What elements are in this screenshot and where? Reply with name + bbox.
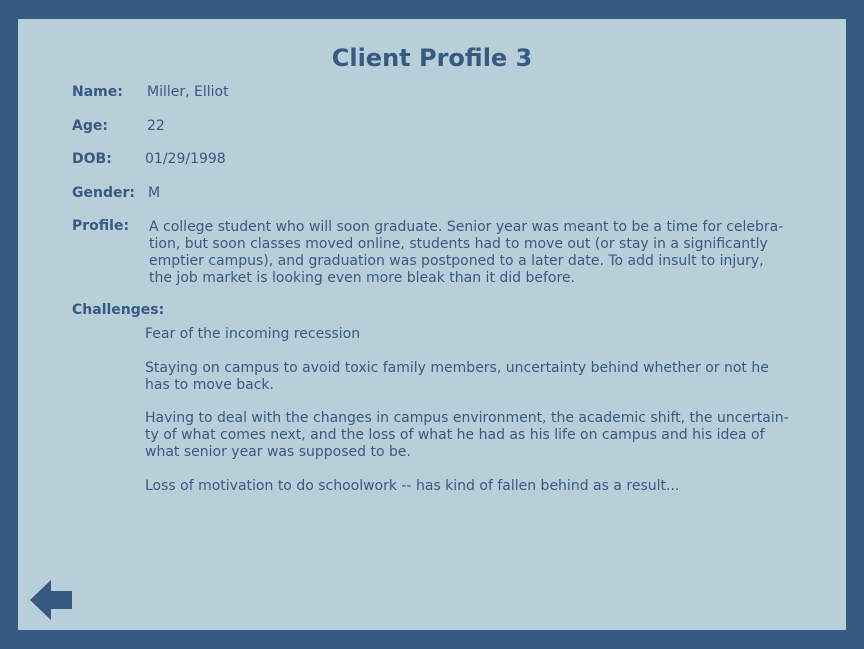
dob-value: 01/29/1998 (145, 151, 226, 167)
profile-description: A college student who will soon graduate… (149, 219, 799, 287)
challenge-item: Fear of the incoming recession (145, 326, 805, 343)
content-panel (18, 19, 846, 630)
page-title: Client Profile 3 (331, 44, 533, 72)
profile-line: the job market is looking even more blea… (149, 270, 576, 286)
name-label: Name: (72, 84, 123, 100)
name-value: Miller, Elliot (147, 84, 229, 100)
dob-label: DOB: (72, 151, 112, 167)
profile-line: emptier campus), and graduation was post… (149, 253, 764, 269)
challenge-line: Fear of the incoming recession (145, 326, 361, 342)
back-button[interactable] (29, 579, 73, 621)
challenge-line: has to move back. (145, 377, 274, 393)
profile-line: A college student who will soon graduate… (149, 219, 784, 235)
challenge-line: Staying on campus to avoid toxic family … (145, 360, 769, 376)
gender-label: Gender: (72, 185, 135, 201)
challenge-line: Loss of motivation to do schoolwork -- h… (145, 478, 680, 494)
profile-label: Profile: (72, 218, 130, 234)
challenge-line: ty of what comes next, and the loss of w… (145, 427, 765, 443)
age-value: 22 (147, 118, 165, 134)
age-label: Age: (72, 118, 108, 134)
challenges-label: Challenges: (72, 302, 165, 318)
challenge-item: Staying on campus to avoid toxic family … (145, 360, 805, 394)
left-arrow-icon (30, 580, 72, 620)
challenge-line: what senior year was supposed to be. (145, 444, 411, 460)
challenge-item: Having to deal with the changes in campu… (145, 410, 805, 461)
challenge-line: Having to deal with the changes in campu… (145, 410, 789, 426)
challenge-item: Loss of motivation to do schoolwork -- h… (145, 478, 805, 495)
gender-value: M (148, 185, 161, 201)
profile-line: tion, but soon classes moved online, stu… (149, 236, 768, 252)
